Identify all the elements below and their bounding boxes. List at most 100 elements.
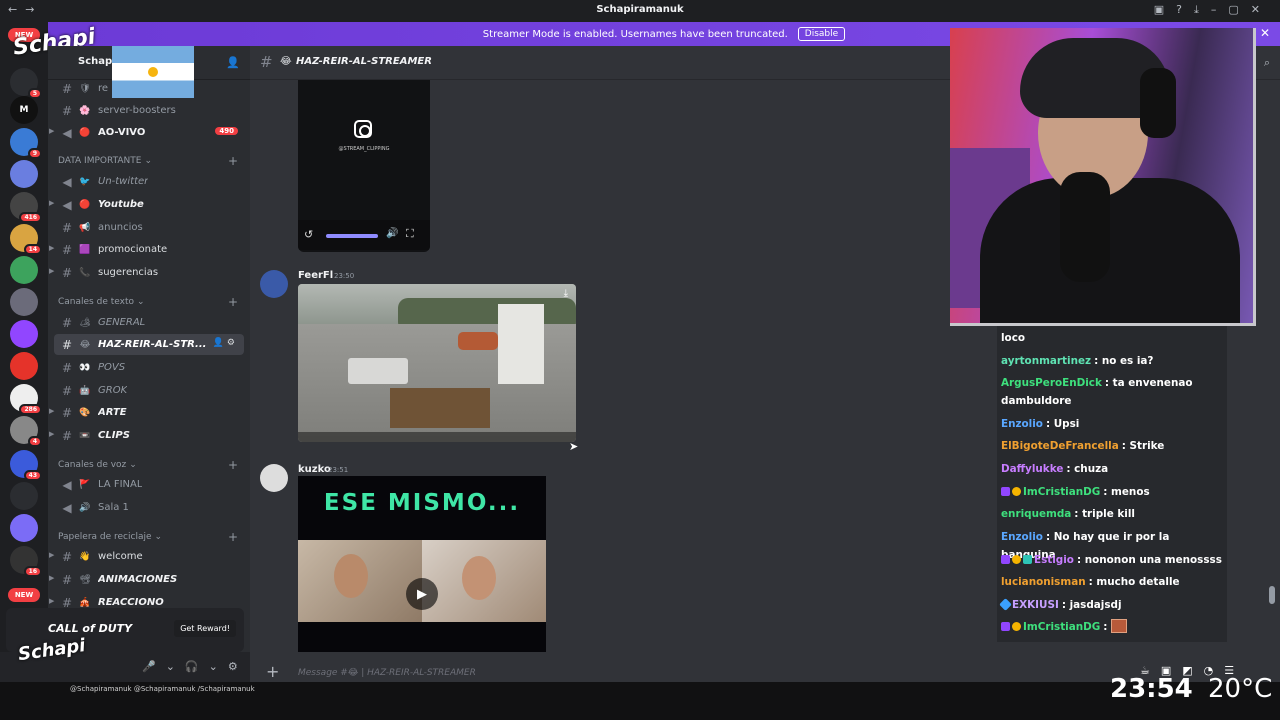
replay-icon[interactable]: ↺ — [304, 228, 313, 241]
channel-youtube[interactable]: ▶ ◀ 🔴 Youtube — [49, 194, 244, 215]
screen: ←→ Schapiramanuk ▣?⤓–▢✕ Streamer Mode is… — [0, 0, 1280, 720]
avatar[interactable] — [260, 270, 288, 298]
server-icon-13[interactable] — [10, 514, 38, 542]
chat-username: Estigio — [1034, 554, 1074, 566]
channel-label: LA FINAL — [98, 479, 143, 490]
channel-anuncios[interactable]: # 📢 anuncios — [54, 217, 244, 238]
twitch-server-icon[interactable] — [10, 320, 38, 348]
channel-general[interactable]: # 🏕 GENERAL — [54, 312, 244, 333]
add-channel-icon[interactable]: + — [228, 295, 238, 309]
chat-text: loco — [1001, 332, 1025, 344]
bits-badge-icon — [1012, 622, 1021, 631]
add-channel-icon[interactable]: + — [228, 458, 238, 472]
unread-dot-icon: ▶ — [49, 244, 55, 252]
chat-line: enriquemda: triple kill — [1001, 505, 1227, 523]
server-icon-4[interactable]: 416 — [10, 192, 42, 223]
channel-re[interactable]: # 🛡 re — [54, 78, 244, 99]
channel-animaciones[interactable]: ▶ # 📽 ANIMACIONES — [49, 569, 244, 590]
category-label: Canales de texto — [58, 297, 134, 307]
play-icon[interactable]: ▶ — [406, 578, 438, 610]
category-canales-de-voz[interactable]: Canales de voz ⌄ + — [58, 458, 238, 472]
hash-icon: # — [61, 383, 73, 398]
server-icon-7[interactable] — [10, 288, 38, 316]
gift-badge-icon — [1023, 555, 1032, 564]
channel-server-boosters[interactable]: # 🌸 server-boosters — [54, 100, 244, 121]
channel-clips[interactable]: ▶ # 📼 CLIPS — [49, 425, 244, 446]
social-handles: @Schapiramanuk @Schapiramanuk /Schapiram… — [70, 685, 255, 693]
hash-icon: # — [61, 549, 73, 564]
thumbnail-image — [334, 554, 368, 598]
video-controls: ↺ 🔊 ⛶ — [298, 220, 430, 250]
channel-ao-vivo[interactable]: ▶ ◀ 🔴 AO-VIVO 490 — [49, 122, 244, 143]
chevron-down-icon: ⌄ — [129, 460, 137, 470]
add-channel-icon[interactable]: + — [228, 154, 238, 168]
server-icon-3[interactable] — [10, 160, 38, 188]
voice-controls[interactable]: 🎤⌄🎧⌄⚙ — [142, 660, 248, 673]
server-icon-10[interactable]: 4 — [10, 416, 42, 447]
voice-channel-la-final[interactable]: ◀ 🚩 LA FINAL — [54, 474, 244, 495]
volume-icon[interactable]: 🔊 — [386, 228, 398, 239]
hash-icon: # — [61, 337, 73, 352]
add-person-icon[interactable]: 👤 — [226, 56, 240, 69]
server-icon-2[interactable]: 9 — [10, 128, 42, 159]
server-icon-5[interactable]: 14 — [10, 224, 42, 255]
server-icon-6[interactable] — [10, 256, 38, 284]
message-timestamp: 23:51 — [328, 466, 349, 474]
channel-un-twitter[interactable]: ◀ 🐦 Un-twitter — [54, 171, 244, 192]
bits-badge-icon — [1012, 555, 1021, 564]
close-banner-icon[interactable]: ✕ — [1260, 26, 1270, 40]
search-icon[interactable]: ⌕ — [1264, 56, 1270, 70]
channel-label: Sala 1 — [98, 502, 129, 513]
server-icon-9[interactable]: 286 — [10, 384, 42, 415]
hash-icon: # — [61, 572, 73, 587]
channel-label: REACCIONO — [98, 597, 164, 608]
channel-povs[interactable]: # 👀 POVS — [54, 357, 244, 378]
channel-grok[interactable]: # 🤖 GROK — [54, 380, 244, 401]
get-reward-button[interactable]: Get Reward! — [174, 620, 236, 637]
avatar[interactable] — [260, 464, 288, 492]
invite-settings-icons[interactable]: 👤⚙ — [213, 338, 238, 348]
message-author[interactable]: kuzko — [298, 464, 331, 475]
channel-welcome[interactable]: ▶ # 👋 welcome — [49, 546, 244, 567]
speaker-icon: ◀ — [62, 477, 72, 492]
message-input[interactable]: Message #😂 | HAZ-REIR-AL-STREAMER — [298, 668, 476, 678]
video-attachment[interactable]: ⤓ — [298, 284, 576, 442]
video-thumbnail[interactable]: ESE MISMO... ▶ — [298, 476, 546, 652]
server-icon-12[interactable] — [10, 482, 38, 510]
server-icon-8[interactable] — [10, 352, 38, 380]
video-progress-bar[interactable] — [298, 432, 576, 442]
channel-haz-reir-al-streamer[interactable]: # 😂 HAZ-REIR-AL-STR... 👤⚙ — [54, 334, 244, 355]
category-papelera[interactable]: Papelera de reciclaje ⌄ + — [58, 530, 238, 544]
category-label: Papelera de reciclaje — [58, 532, 152, 542]
window-controls[interactable]: ▣?⤓–▢✕ — [1154, 3, 1272, 17]
chat-image-emote — [1111, 619, 1128, 633]
voice-channel-sala-1[interactable]: ◀ 🔊 Sala 1 — [54, 497, 244, 518]
chat-line: lucianonisman: mucho detalle — [1001, 573, 1227, 591]
add-channel-icon[interactable]: + — [228, 530, 238, 544]
banner-text: Streamer Mode is enabled. Usernames have… — [482, 28, 788, 40]
volume-slider[interactable] — [326, 234, 378, 238]
download-icon[interactable]: ⤓ — [564, 288, 568, 299]
stream-bottom-bar: @Schapiramanuk @Schapiramanuk /Schapiram… — [0, 674, 1280, 720]
channel-sugerencias[interactable]: ▶ # 📞 sugerencias — [49, 262, 244, 283]
fullscreen-icon[interactable]: ⛶ — [406, 227, 414, 241]
mention-badge: 416 — [19, 212, 42, 223]
server-header[interactable]: Schapi 👤 — [48, 46, 250, 98]
server-icon-11[interactable]: 43 — [10, 450, 42, 481]
channel-arte[interactable]: ▶ # 🎨 ARTE — [49, 402, 244, 423]
server-icon-14[interactable]: 16 — [10, 546, 42, 577]
instagram-video-embed[interactable]: @STREAM_CLIPPING ↺ 🔊 ⛶ — [298, 80, 430, 252]
category-data-importante[interactable]: DATA IMPORTANTE ⌄ + — [58, 154, 238, 168]
scrollbar-thumb[interactable] — [1269, 586, 1275, 604]
channel-promocionate[interactable]: ▶ # 🟪 promocionate — [49, 239, 244, 260]
unread-dot-icon: ▶ — [49, 597, 55, 605]
chat-line: ayrtonmartinez: no es ia? — [1001, 352, 1227, 370]
video-frame — [390, 388, 490, 428]
add-attachment-icon[interactable]: + — [266, 662, 279, 681]
category-canales-de-texto[interactable]: Canales de texto ⌄ + — [58, 295, 238, 309]
message-author[interactable]: FeerFl — [298, 270, 333, 281]
channel-label: anuncios — [98, 222, 143, 233]
unread-dot-icon: ▶ — [49, 199, 55, 207]
disable-button[interactable]: Disable — [797, 27, 846, 41]
diamond-badge-icon — [999, 598, 1012, 611]
